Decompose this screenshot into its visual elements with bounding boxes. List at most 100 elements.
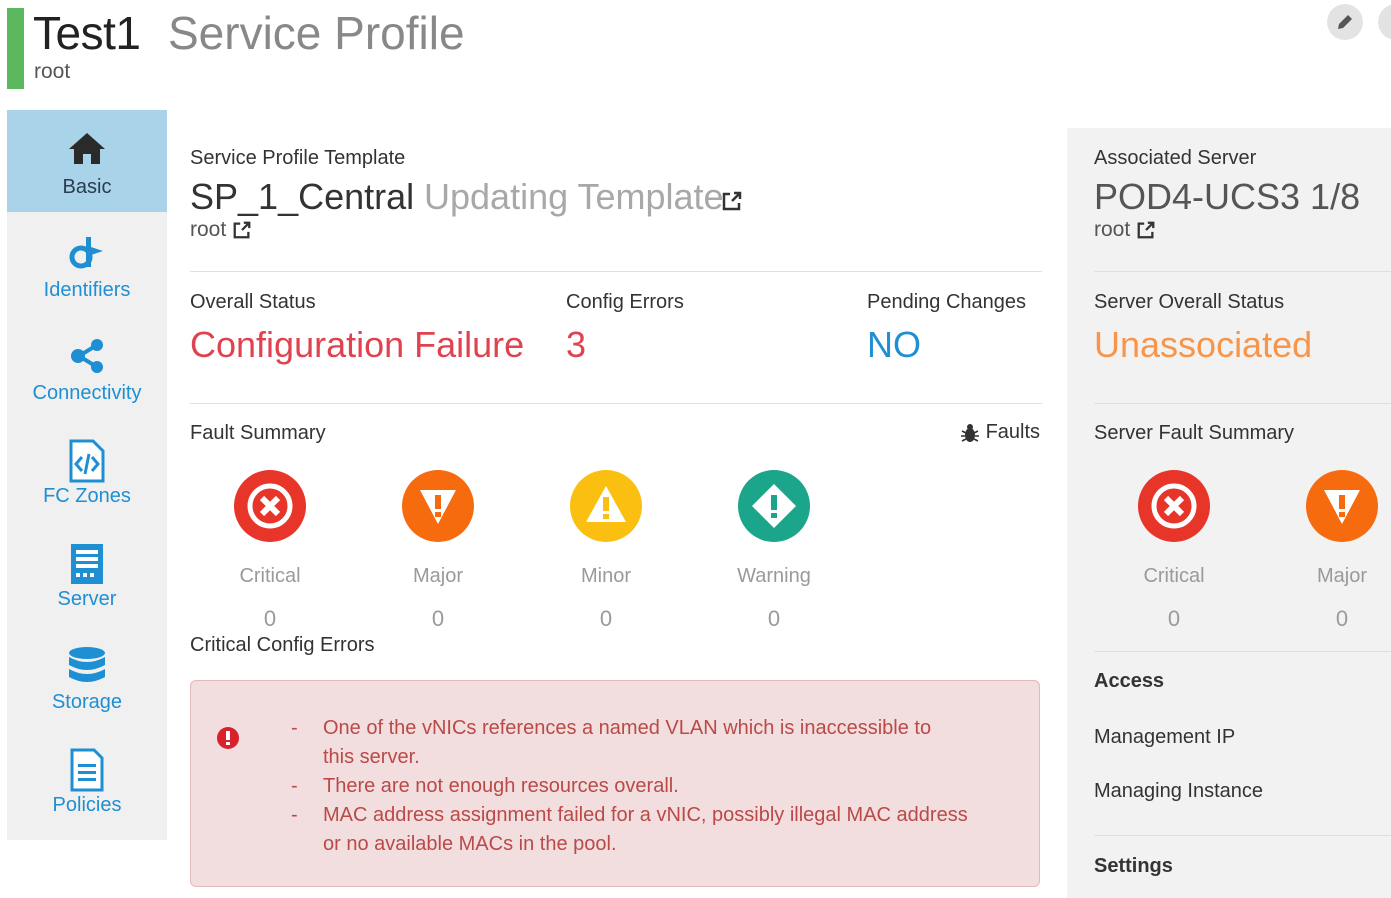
error-line: There are not enough resources overall. [323, 775, 679, 797]
divider [1094, 271, 1391, 272]
divider [1094, 835, 1391, 836]
fault-count: 0 [431, 606, 445, 631]
sidebar-item-label: Connectivity [32, 382, 142, 404]
template-type: Updating Template [424, 176, 724, 217]
overall-status-value: Configuration Failure [190, 324, 525, 365]
sidebar-nav: Basic Identifiers Connectivity FC Zones … [7, 110, 167, 840]
home-icon [69, 133, 105, 164]
identifiers-icon [69, 237, 103, 269]
template-name: SP_1_Central [190, 176, 415, 217]
fault-count: 0 [599, 606, 613, 631]
critical-icon [234, 470, 306, 542]
template-org-link[interactable]: root [190, 218, 252, 242]
error-line: or no available MACs in the pool. [323, 833, 617, 855]
database-icon [69, 647, 105, 682]
pencil-icon [1338, 15, 1352, 29]
server-name[interactable]: POD4-UCS3 1/8 [1094, 176, 1360, 218]
sidebar-item-label: Identifiers [43, 279, 131, 301]
sidebar-item-label: Basic [62, 176, 112, 198]
divider [1094, 651, 1391, 652]
divider [1094, 403, 1391, 404]
sidebar-item-label: FC Zones [43, 485, 131, 507]
fault-critical[interactable]: Critical 0 [215, 470, 325, 632]
error-line: MAC address assignment failed for a vNIC… [323, 804, 968, 826]
sidebar-item-storage[interactable]: Storage [7, 625, 167, 727]
sidebar-item-fc-zones[interactable]: FC Zones [7, 419, 167, 521]
sidebar-item-policies[interactable]: Policies [7, 728, 167, 830]
major-icon [1306, 470, 1378, 542]
server-overall-status-value: Unassociated [1094, 324, 1313, 365]
fault-label: Major [1316, 565, 1367, 587]
error-line: this server. [323, 746, 420, 768]
sidebar-item-connectivity[interactable]: Connectivity [7, 316, 167, 418]
warning-icon [738, 470, 810, 542]
page-title: Test1 [33, 7, 141, 59]
fault-warning[interactable]: Warning 0 [719, 470, 829, 632]
sidebar-item-basic[interactable]: Basic [7, 110, 167, 212]
access-heading: Access [1094, 670, 1165, 692]
settings-heading: Settings [1094, 855, 1173, 877]
page-subtitle: Service Profile [168, 7, 465, 59]
title-accent-bar [7, 8, 24, 89]
fault-summary-label: Fault Summary [190, 422, 326, 444]
error-line: One of the vNICs references a named VLAN… [323, 717, 932, 739]
fault-label: Critical [239, 565, 301, 587]
fault-count: 0 [767, 606, 781, 631]
overall-status-label: Overall Status [190, 291, 316, 313]
bug-icon [961, 423, 979, 442]
more-button[interactable] [1378, 4, 1391, 40]
error-alert-box: - One of the vNICs references a named VL… [190, 680, 1040, 887]
server-overall-status-label: Server Overall Status [1094, 291, 1285, 313]
server-icon [71, 544, 103, 584]
associated-server-panel: Associated Server POD4-UCS3 1/8 root Ser… [1067, 128, 1391, 898]
pending-changes-value: NO [867, 324, 921, 365]
fault-label: Critical [1143, 565, 1205, 587]
document-icon [70, 748, 104, 792]
minor-icon [570, 470, 642, 542]
fault-minor[interactable]: Minor 0 [551, 470, 661, 632]
config-errors-value: 3 [566, 324, 587, 365]
share-icon [71, 339, 103, 373]
management-ip-label: Management IP [1094, 726, 1236, 748]
associated-server-label: Associated Server [1094, 147, 1257, 169]
template-org: root [190, 218, 227, 241]
sidebar-item-identifiers[interactable]: Identifiers [7, 213, 167, 315]
bullet-dash: - [291, 775, 298, 797]
fault-label: Warning [737, 565, 811, 587]
bullet-dash: - [291, 717, 298, 739]
critical-icon [1138, 470, 1210, 542]
divider [190, 271, 1042, 272]
major-icon [402, 470, 474, 542]
sidebar-item-server[interactable]: Server [7, 522, 167, 624]
server-fault-major[interactable]: Major 0 [1287, 470, 1391, 632]
sidebar-item-label: Server [57, 588, 117, 610]
fault-major[interactable]: Major 0 [383, 470, 493, 632]
edit-button[interactable] [1327, 4, 1363, 40]
server-org: root [1094, 218, 1131, 241]
code-file-icon [69, 439, 105, 483]
external-link-icon [233, 222, 251, 239]
fault-label: Minor [580, 565, 631, 587]
sidebar-item-label: Storage [51, 691, 123, 713]
fault-count: 0 [263, 606, 277, 631]
faults-link[interactable]: Faults [960, 421, 1040, 444]
fault-count: 0 [1167, 606, 1181, 631]
faults-link-label: Faults [985, 421, 1041, 443]
pending-changes-label: Pending Changes [867, 291, 1027, 313]
template-label: Service Profile Template [190, 147, 406, 169]
fault-count: 0 [1335, 606, 1349, 631]
external-link-icon[interactable] [721, 190, 743, 212]
managing-instance-label: Managing Instance [1094, 780, 1264, 802]
exclamation-circle-icon [217, 727, 239, 749]
divider [190, 403, 1042, 404]
critical-config-errors-label: Critical Config Errors [190, 634, 375, 656]
server-fault-critical[interactable]: Critical 0 [1119, 470, 1229, 632]
page-org: root [34, 60, 71, 83]
server-fault-summary-label: Server Fault Summary [1094, 422, 1295, 444]
sidebar-item-label: Policies [52, 794, 122, 816]
config-errors-label: Config Errors [566, 291, 684, 313]
fault-label: Major [412, 565, 463, 587]
bullet-dash: - [291, 804, 298, 826]
external-link-icon [1137, 222, 1155, 239]
server-org-link[interactable]: root [1094, 218, 1156, 242]
